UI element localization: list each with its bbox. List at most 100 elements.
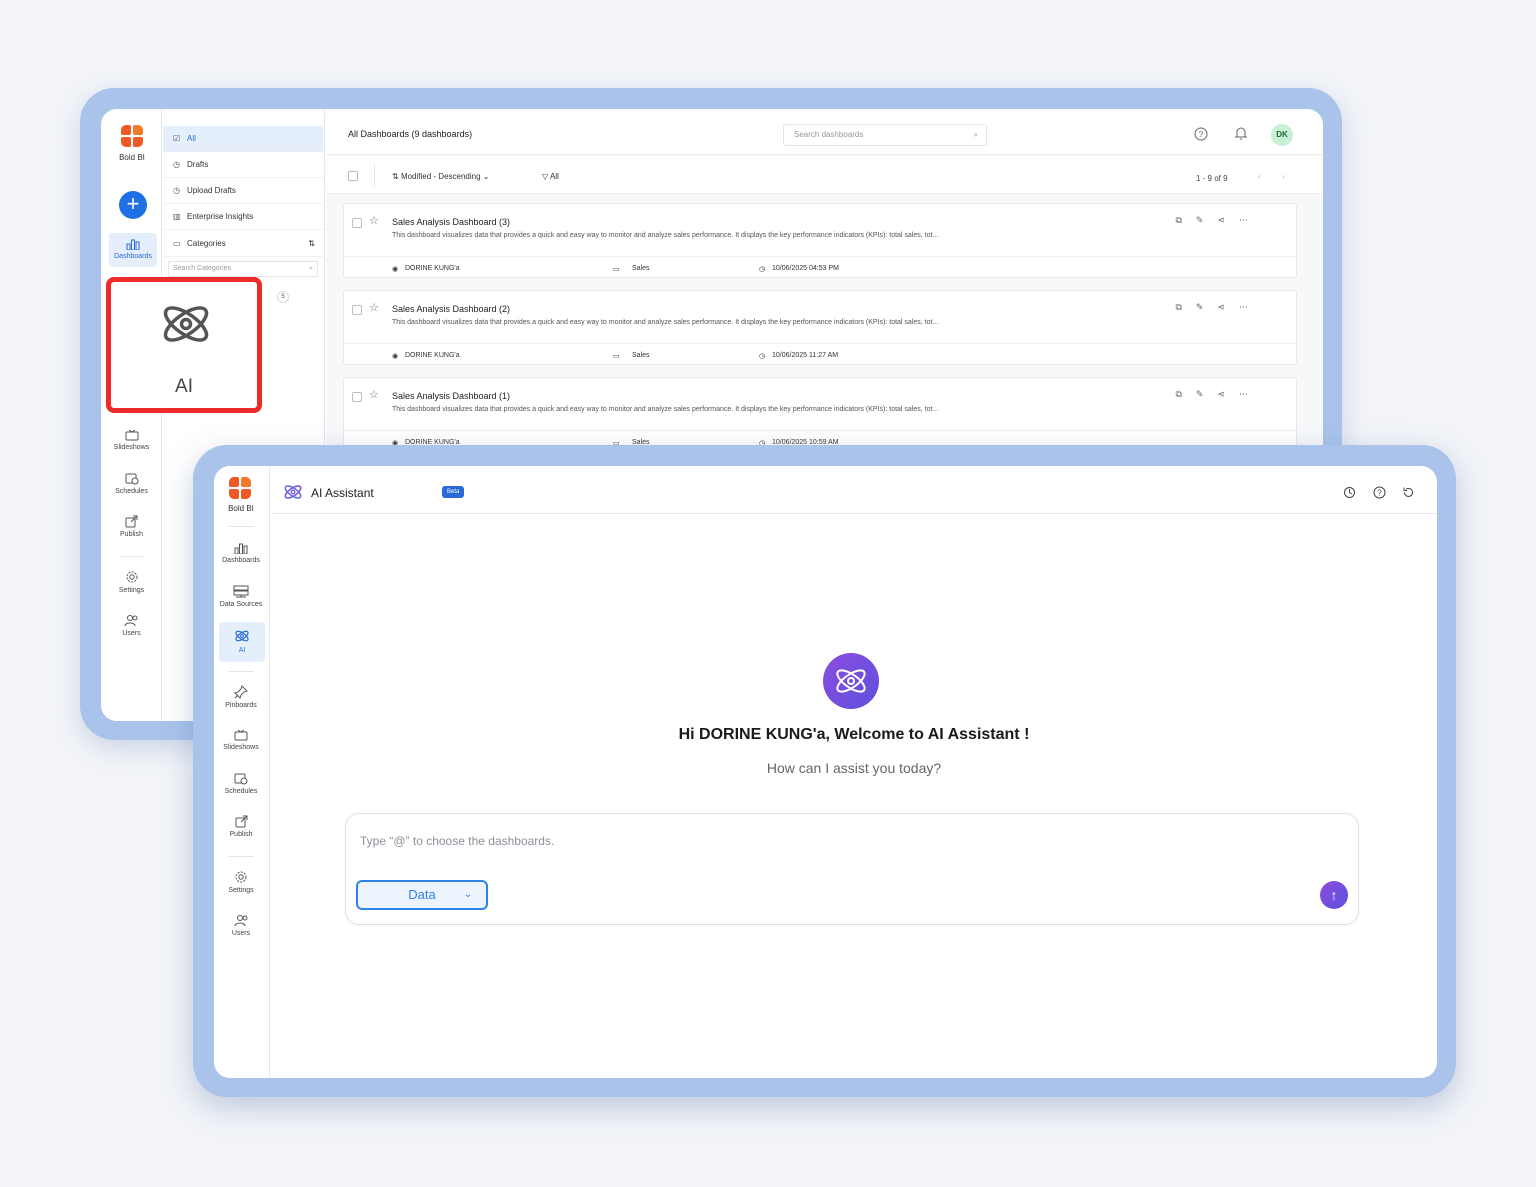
sort-icon: ⇅ [392,172,401,181]
prompt-input[interactable] [360,832,1260,850]
category-upload-drafts[interactable]: ◷ Upload Drafts [163,178,323,204]
dashboard-search-input[interactable]: Search dashboards ⌕ [783,124,987,146]
more-icon[interactable]: ⋯ [1239,215,1262,225]
nav-divider [228,856,254,857]
card-title[interactable]: Sales Analysis Dashboard (2) [392,304,510,314]
users-icon [124,615,138,627]
main-nav: Bold BI + Dashboards Slideshows Schedule… [101,109,162,721]
sort-dropdown[interactable]: ⇅ Modified - Descending ⌄ [392,172,489,181]
toolbar-divider [374,164,375,186]
share-icon[interactable]: ⋖ [1217,215,1239,225]
open-external-icon[interactable]: ⧉ [1175,389,1195,399]
nav-users[interactable]: Users [214,914,268,937]
help-icon[interactable]: ? [1373,486,1386,504]
open-external-icon[interactable]: ⧉ [1175,302,1195,312]
category-label: Upload Drafts [187,186,236,195]
nav-ai[interactable]: AI [219,622,265,662]
edit-icon[interactable]: ✎ [1196,302,1218,312]
clock-icon: ◷ [759,266,766,273]
atom-icon [163,306,209,342]
nav-label: Schedules [115,488,148,495]
card-meta: ◉ DORINE KUNG'a ▭ Sales ◷ 10/06/2025 04:… [344,256,1296,278]
nav-divider [228,526,254,527]
filter-dropdown[interactable]: ▽ All [542,172,559,181]
card-checkbox[interactable] [352,218,362,228]
share-external-icon [125,515,138,528]
category-enterprise-insights[interactable]: ▥ Enterprise Insights [163,204,323,230]
gear-icon [126,571,137,583]
category-search-placeholder: Search Categories [173,265,231,272]
card-title[interactable]: Sales Analysis Dashboard (1) [392,391,510,401]
nav-slideshows[interactable]: Slideshows [101,429,162,451]
assist-subtitle: How can I assist you today? [766,760,942,776]
mode-select[interactable]: Data ⌄ [356,880,488,910]
users-icon [234,915,247,927]
gear-icon [235,871,247,883]
card-checkbox[interactable] [352,392,362,402]
star-icon[interactable]: ☆ [369,388,379,401]
open-external-icon[interactable]: ⧉ [1175,215,1195,225]
nav-dashboards[interactable]: Dashboards [214,542,268,564]
dashboard-card[interactable]: ☆ Sales Analysis Dashboard (3) This dash… [343,203,1297,278]
user-avatar[interactable]: DK [1271,124,1293,146]
welcome-heading: Hi DORINE KUNG'a, Welcome to AI Assistan… [678,726,1030,743]
svg-text:?: ? [1199,130,1204,139]
sort-icon[interactable]: ⇅ [308,231,315,257]
nav-settings[interactable]: Settings [214,870,268,894]
nav-users[interactable]: Users [101,614,162,637]
nav-pinboards[interactable]: Pinboards [214,685,268,709]
dashboard-card[interactable]: ☆ Sales Analysis Dashboard (2) This dash… [343,290,1297,365]
card-actions: ⧉✎⋖⋯ [1175,215,1262,226]
star-icon[interactable]: ☆ [369,214,379,227]
chevron-left-icon[interactable]: ‹ [1258,172,1261,181]
category-all[interactable]: ☑ All [163,126,323,152]
owner-icon: ◉ [392,266,399,273]
nav-publish[interactable]: Publish [214,815,268,838]
card-title[interactable]: Sales Analysis Dashboard (3) [392,217,510,227]
card-category: Sales [632,352,650,359]
bar-chart-icon: ▥ [173,212,181,221]
folder-icon: ▭ [613,353,620,360]
edit-icon[interactable]: ✎ [1196,215,1218,225]
category-categories[interactable]: ▭ Categories ⇅ [163,231,323,257]
chevron-right-icon[interactable]: › [1282,172,1285,181]
bar-chart-icon [234,543,248,554]
send-button[interactable]: ↑ [1320,881,1348,909]
nav-slideshows[interactable]: Slideshows [214,729,268,751]
calendar-clock-icon [125,473,138,485]
dashboard-card[interactable]: ☆ Sales Analysis Dashboard (1) This dash… [343,377,1297,452]
star-icon[interactable]: ☆ [369,301,379,314]
ai-nav-highlight[interactable]: AI [106,277,262,413]
select-all-checkbox[interactable] [348,171,358,181]
nav-schedules[interactable]: Schedules [101,472,162,495]
refresh-icon[interactable] [1402,486,1415,504]
brand-name: Bold BI [228,504,254,513]
nav-publish[interactable]: Publish [101,515,162,538]
category-drafts[interactable]: ◷ Drafts [163,152,323,178]
nav-data-sources[interactable]: Data Sources [214,585,268,608]
nav-schedules[interactable]: Schedules [214,772,268,795]
card-checkbox[interactable] [352,305,362,315]
atom-icon [836,669,866,693]
share-icon[interactable]: ⋖ [1217,302,1239,312]
help-icon[interactable]: ? [1194,127,1208,141]
more-icon[interactable]: ⋯ [1239,389,1262,399]
search-icon: ⌕ [973,130,978,139]
owner-icon: ◉ [392,353,399,360]
nav-dashboards[interactable]: Dashboards [109,233,157,267]
create-button[interactable]: + [119,191,147,219]
category-label: All [187,134,196,143]
category-label: Drafts [187,160,209,169]
nav-settings[interactable]: Settings [101,570,162,594]
card-owner: DORINE KUNG'a [405,265,460,272]
history-icon[interactable] [1343,486,1356,504]
nav-label: Slideshows [113,444,150,451]
bold-bi-logo [121,125,143,147]
edit-icon[interactable]: ✎ [1196,389,1218,399]
card-actions: ⧉✎⋖⋯ [1175,389,1262,400]
category-search-input[interactable]: Search Categories ⌕ [168,261,318,277]
more-icon[interactable]: ⋯ [1239,302,1262,312]
bell-icon[interactable] [1234,126,1248,141]
page-title: All Dashboards (9 dashboards) [348,129,473,139]
share-icon[interactable]: ⋖ [1217,389,1239,399]
